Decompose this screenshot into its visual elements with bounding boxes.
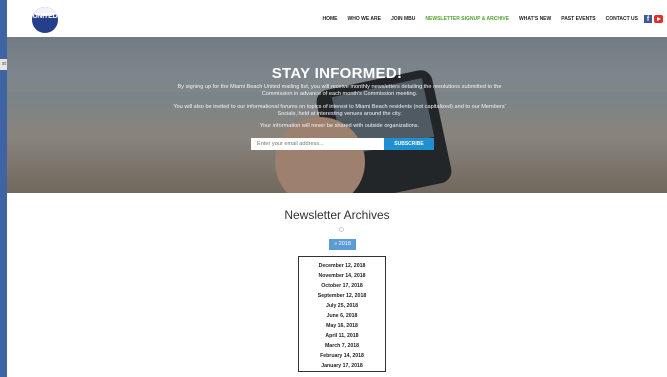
- archive-link[interactable]: April 11, 2018: [299, 331, 385, 341]
- nav-item-contact[interactable]: CONTACT US: [606, 16, 638, 22]
- year-toggle-button[interactable]: » 2018: [329, 239, 356, 250]
- archive-link[interactable]: October 17, 2018: [299, 281, 385, 291]
- facebook-icon[interactable]: f: [644, 15, 652, 23]
- hero-paragraph-2: You will also be invited to our informat…: [173, 104, 506, 117]
- archive-link[interactable]: May 16, 2018: [299, 321, 385, 331]
- archive-list: December 12, 2018 November 14, 2018 Octo…: [299, 257, 385, 371]
- left-edge-bar: [0, 0, 7, 377]
- hero-paragraph-1: By signing up for the Miami Beach United…: [177, 84, 502, 97]
- archive-link[interactable]: March 7, 2018: [299, 341, 385, 351]
- nav-item-newsletter[interactable]: NEWSLETTER SIGNUP & ARCHIVE: [425, 16, 509, 22]
- main-nav: HOME WHO WE ARE JOIN MBU NEWSLETTER SIGN…: [313, 15, 663, 23]
- archive-link[interactable]: February 14, 2018: [299, 351, 385, 361]
- hero-section: STAY INFORMED! By signing up for the Mia…: [7, 37, 667, 193]
- youtube-icon[interactable]: [654, 15, 663, 23]
- divider-ornament: [339, 227, 344, 232]
- archive-link[interactable]: November 14, 2018: [299, 271, 385, 281]
- logo-text: UNITED: [32, 13, 58, 20]
- archives-title: Newsletter Archives: [284, 208, 390, 222]
- site-logo[interactable]: UNITED: [32, 7, 58, 33]
- archive-link[interactable]: January 17, 2018: [299, 361, 385, 371]
- site-header: UNITED HOME WHO WE ARE JOIN MBU NEWSLETT…: [7, 0, 667, 37]
- nav-item-whats-new[interactable]: WHAT'S NEW: [519, 16, 551, 22]
- archive-list-box: December 12, 2018 November 14, 2018 Octo…: [298, 256, 386, 372]
- nav-item-home[interactable]: HOME: [323, 16, 338, 22]
- hero-title: STAY INFORMED!: [271, 65, 403, 82]
- nav-item-who-we-are[interactable]: WHO WE ARE: [348, 16, 381, 22]
- nav-item-past-events[interactable]: PAST EVENTS: [561, 16, 595, 22]
- archive-link[interactable]: June 6, 2018: [299, 311, 385, 321]
- subscribe-button[interactable]: SUBSCRIBE: [384, 138, 434, 150]
- archive-link[interactable]: July 25, 2018: [299, 301, 385, 311]
- nav-item-join[interactable]: JOIN MBU: [391, 16, 415, 22]
- archive-link[interactable]: December 12, 2018: [299, 261, 385, 271]
- email-input[interactable]: [251, 138, 384, 150]
- hero-paragraph-3: Your information will never be shared wi…: [259, 123, 420, 129]
- archive-link[interactable]: September 12, 2018: [299, 291, 385, 301]
- social-links: f: [644, 15, 663, 23]
